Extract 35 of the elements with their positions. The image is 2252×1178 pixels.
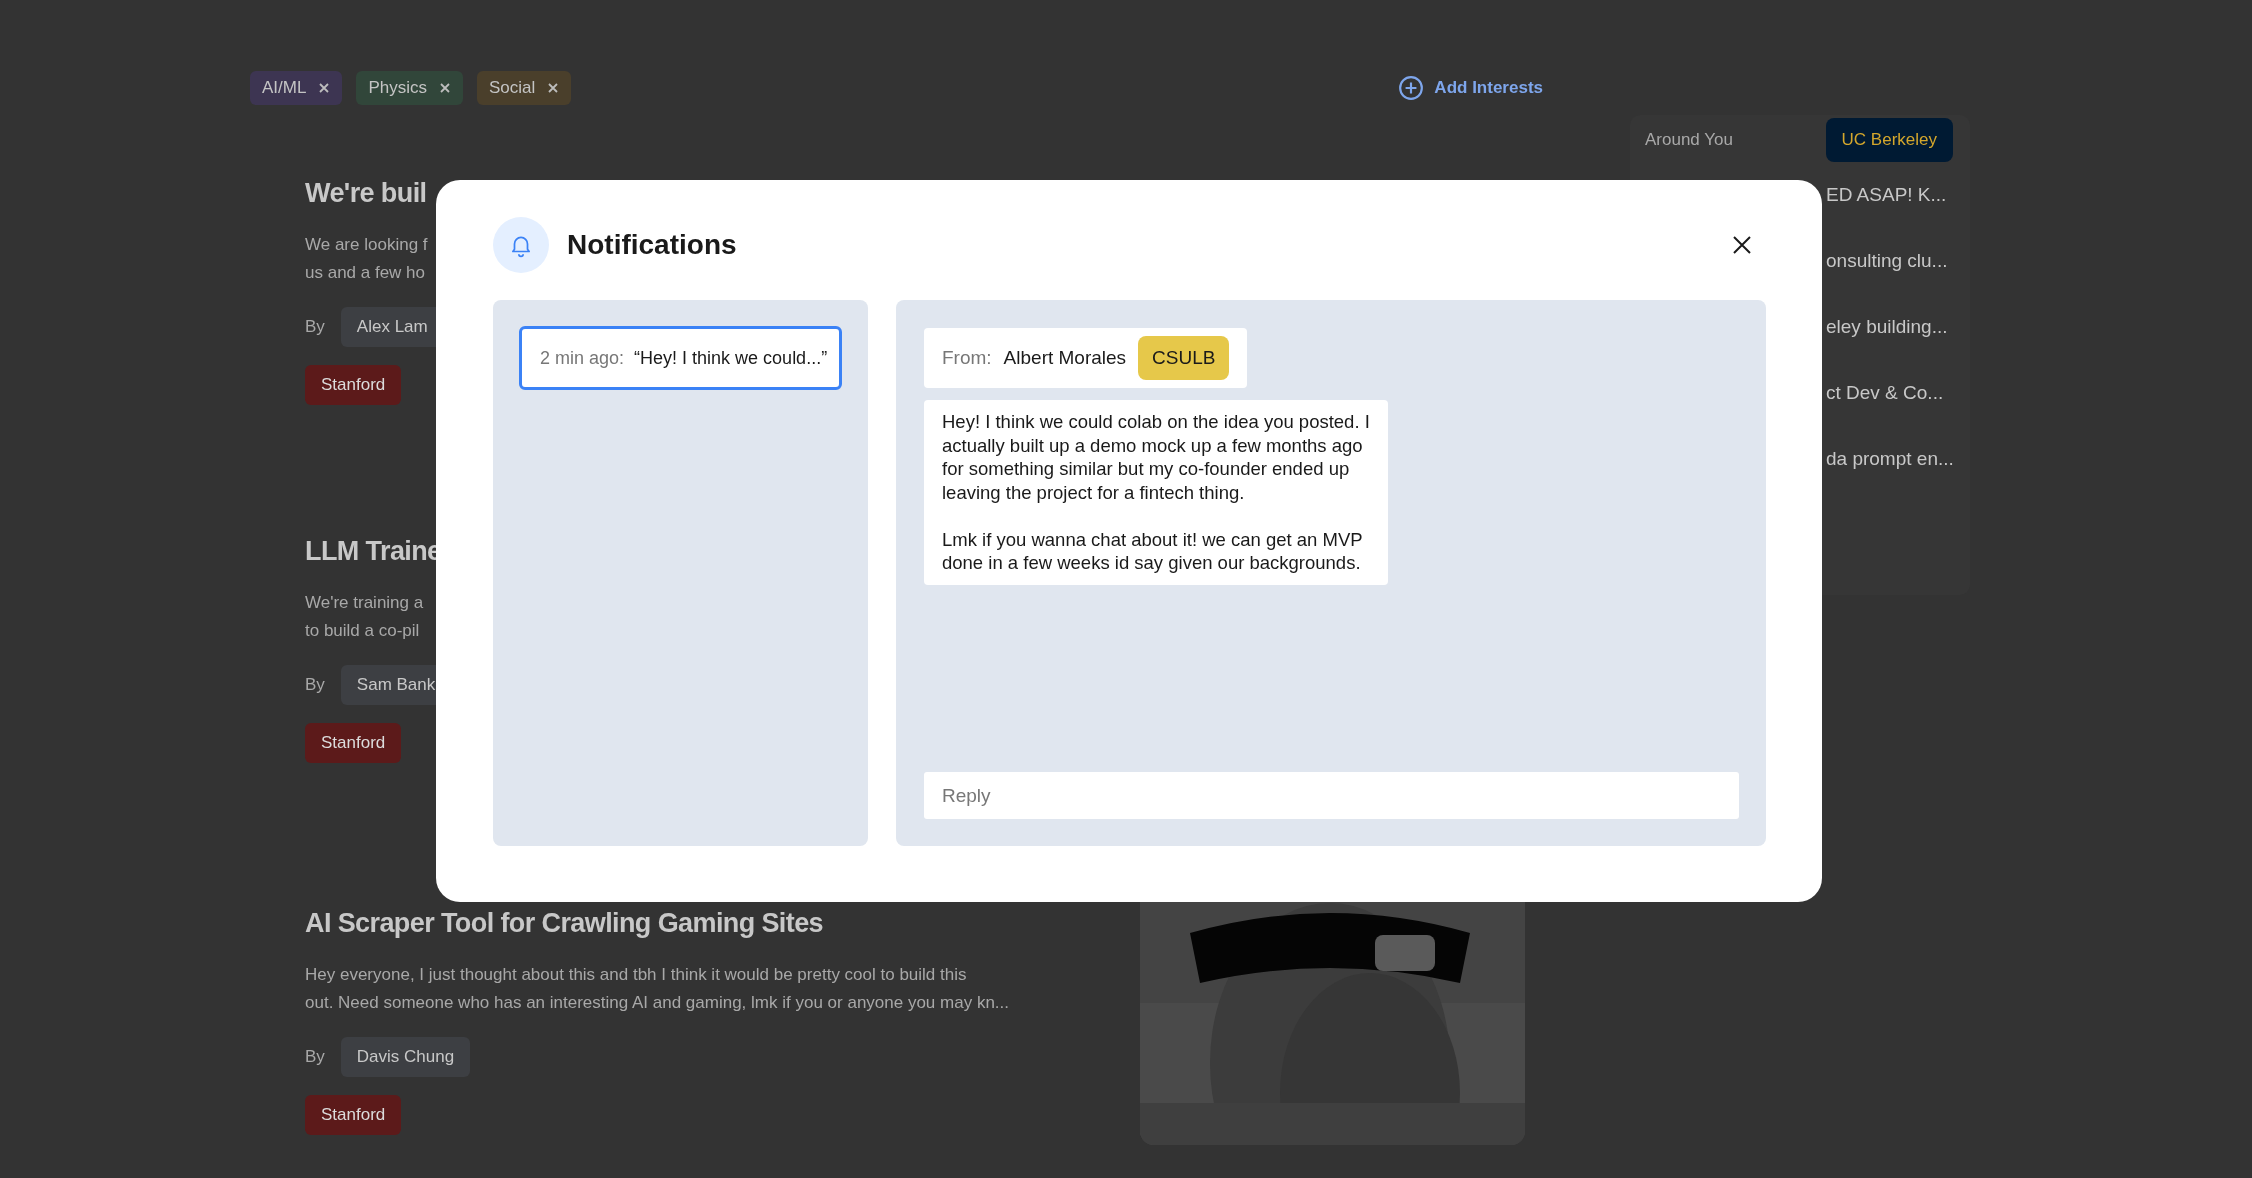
post-description: out. Need someone who has an interesting AI and gaming, lmk if you or anyone you may kn... <box>305 992 1009 1014</box>
school-tag: Stanford <box>305 1095 402 1135</box>
around-you-label: Around You <box>1645 130 1733 150</box>
add-interests-link[interactable]: Add Interests <box>1398 75 1543 101</box>
by-label: By <box>305 675 325 695</box>
school-tag: Stanford <box>305 723 402 763</box>
post-description: us and a few ho <box>305 262 427 284</box>
reply-field[interactable]: Reply <box>924 772 1739 819</box>
plus-circle-icon <box>1398 75 1425 101</box>
by-label: By <box>305 317 325 337</box>
from-label: From: <box>942 347 992 369</box>
post-description: We are looking f <box>305 234 429 256</box>
post-description: to build a co-pil <box>305 620 421 642</box>
dialog-title: Notifications <box>567 229 738 261</box>
post-title: We're buil <box>305 178 428 209</box>
remove-icon[interactable] <box>439 82 451 94</box>
interest-tag[interactable]: Social <box>477 71 572 105</box>
school-button[interactable]: UC Berkeley <box>1825 118 1953 162</box>
post-description: We're training a <box>305 592 425 614</box>
interest-tag[interactable]: Physics <box>356 71 463 105</box>
close-icon[interactable] <box>1732 235 1752 255</box>
remove-icon[interactable] <box>547 82 560 94</box>
message-text: Lmk if you wanna chat about it! we can get an MVP done in a few weeks id say given our backgrounds. <box>942 527 1364 575</box>
bell-icon <box>493 217 549 273</box>
notification-item[interactable]: 2 min ago: “Hey! I think we could...” <box>519 326 842 390</box>
sender-name: Albert Morales <box>1003 347 1127 369</box>
school-badge: CSULB <box>1138 336 1230 380</box>
remove-icon[interactable] <box>318 82 331 94</box>
school-tag: Stanford <box>305 365 402 405</box>
message-text: Hey! I think we could colab on the idea you posted. I actually built up a demo mock up a few months ago for something similar but my co-founder ended up leaving the project for a fintech thing. <box>942 410 1370 504</box>
post-title: AI Scraper Tool for Crawling Gaming Sites <box>305 908 824 939</box>
interest-tag[interactable]: AI/ML <box>250 71 343 105</box>
author-chip[interactable]: Davis Chung <box>340 1037 471 1077</box>
by-label: By <box>305 1047 325 1067</box>
post-description: Hey everyone, I just thought about this and tbh I think it would be pretty cool to build this <box>305 964 968 986</box>
